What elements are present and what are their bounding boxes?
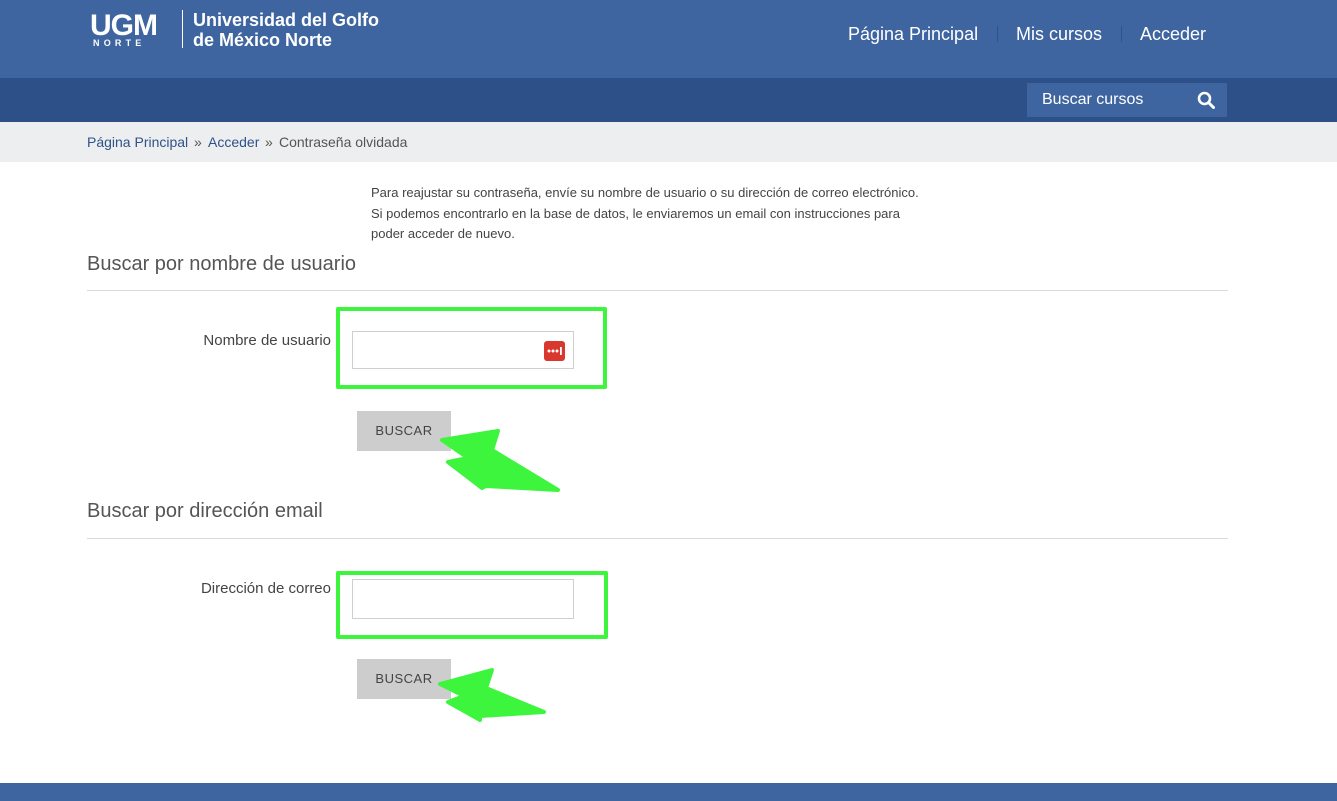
breadcrumb-separator: » bbox=[194, 134, 202, 150]
ugm-logo[interactable]: UGM NORTE bbox=[90, 9, 172, 47]
nav-divider bbox=[1121, 26, 1122, 42]
pointer-arrow-icon bbox=[438, 668, 546, 722]
section-divider bbox=[87, 290, 1228, 291]
brand-line-1: Universidad del Golfo bbox=[193, 10, 380, 30]
site-footer bbox=[0, 783, 1337, 801]
breadcrumb-current: Contraseña olvidada bbox=[279, 134, 408, 150]
username-input[interactable] bbox=[352, 331, 574, 369]
username-section-title: Buscar por nombre de usuario bbox=[87, 253, 357, 275]
nav-divider bbox=[997, 26, 998, 42]
svg-text:NORTE: NORTE bbox=[93, 38, 146, 47]
brand-line-2: de México Norte bbox=[193, 30, 333, 50]
nav-login[interactable]: Acceder bbox=[1140, 23, 1206, 45]
breadcrumb-home[interactable]: Página Principal bbox=[87, 134, 188, 150]
username-label: Nombre de usuario bbox=[203, 332, 331, 349]
email-section-title: Buscar por dirección email bbox=[87, 500, 323, 522]
password-manager-icon[interactable] bbox=[544, 341, 565, 361]
course-search[interactable]: Buscar cursos bbox=[1027, 83, 1227, 117]
email-label: Dirección de correo bbox=[200, 580, 331, 597]
nav-home[interactable]: Página Principal bbox=[848, 23, 978, 45]
email-input[interactable] bbox=[352, 579, 574, 619]
section-divider bbox=[87, 538, 1228, 539]
breadcrumb-separator: » bbox=[265, 134, 273, 150]
brand-name[interactable]: Universidad del Golfo de México Norte bbox=[193, 10, 379, 50]
breadcrumb-login[interactable]: Acceder bbox=[208, 134, 259, 150]
nav-my-courses[interactable]: Mis cursos bbox=[1016, 23, 1102, 45]
search-label: Buscar cursos bbox=[1042, 91, 1144, 108]
logo-divider bbox=[182, 10, 183, 48]
search-icon[interactable] bbox=[1197, 91, 1215, 109]
intro-text: Para reajustar su contraseña, envíe su n… bbox=[371, 185, 919, 241]
pointer-arrow-icon bbox=[440, 429, 560, 492]
